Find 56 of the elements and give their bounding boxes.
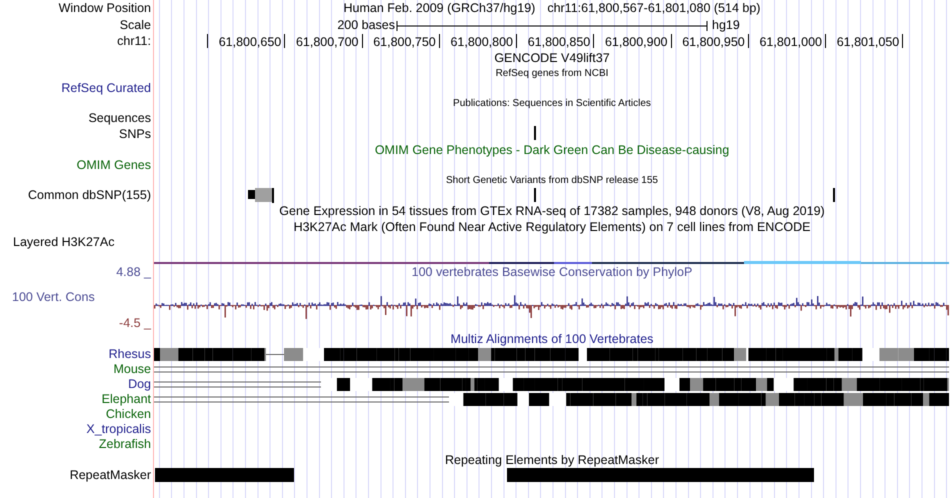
snp-mark — [534, 188, 536, 202]
track-title: Multiz Alignments of 100 Vertebrates — [450, 332, 654, 346]
ruler-label: 61,800,750 — [373, 36, 436, 49]
track-label[interactable]: Layered H3K27Ac — [13, 236, 114, 249]
ruler-label: 61,801,000 — [759, 36, 822, 49]
track-label[interactable]: Elephant — [102, 393, 151, 406]
track-label[interactable]: SNPs — [119, 128, 151, 140]
assembly-title: Human Feb. 2009 (GRCh37/hg19) — [344, 2, 536, 15]
track-label[interactable]: 100 Vert. Cons — [0, 291, 95, 304]
ruler-tick — [902, 34, 904, 48]
track-title: OMIM Gene Phenotypes - Dark Green Can Be Disease-causing — [374, 144, 730, 156]
track-title: Short Genetic Variants from dbSNP release 155 — [446, 176, 658, 186]
snp-mark — [534, 126, 536, 140]
track-label[interactable]: Zebrafish — [98, 438, 151, 451]
row-label: Scale — [120, 18, 151, 32]
track-label[interactable]: RepeatMasker — [70, 469, 151, 482]
ruler-label: 61,800,800 — [450, 36, 513, 49]
ruler-label: 61,800,900 — [604, 36, 668, 49]
ruler-tick — [593, 34, 594, 48]
position-text: chr11:61,800,567-61,801,080 (514 bp) — [547, 2, 760, 15]
ruler-tick — [516, 34, 517, 48]
row-label: chr11: — [117, 35, 151, 48]
track-label[interactable]: Common dbSNP(155) — [28, 189, 151, 202]
track-title: RefSeq genes from NCBI — [496, 68, 608, 79]
track-title: Gene Expression in 54 tissues from GTEx RNA-seq of 17382 samples, 948 donors (V8, Aug 2019) — [279, 204, 825, 218]
scale-text: 200 bases — [337, 18, 395, 32]
track-title: Publications: Sequences in Scientific Articles — [453, 98, 651, 109]
ruler-label: 61,800,700 — [296, 36, 358, 49]
snp-mark — [833, 188, 835, 202]
ruler-tick — [438, 34, 440, 48]
track-label[interactable]: Rhesus — [108, 348, 151, 361]
ruler-tick — [748, 34, 749, 48]
ruler-tick — [284, 34, 286, 48]
track-label[interactable]: X_tropicalis — [86, 423, 151, 436]
ruler-label: 61,800,850 — [528, 36, 590, 49]
track-label[interactable]: Mouse — [113, 363, 151, 376]
ruler-label: 61,801,050 — [836, 36, 900, 49]
ruler-tick — [825, 34, 826, 48]
assembly-text: hg19 — [712, 18, 740, 32]
row-label: Window Position — [58, 2, 151, 15]
axis-max: 4.88 _ — [116, 266, 151, 279]
ruler-tick — [207, 34, 208, 48]
track-label[interactable]: Dog — [128, 378, 151, 391]
track-title: GENCODE V49lift37 — [494, 52, 610, 64]
axis-min: -4.5 _ — [119, 316, 151, 330]
ruler-label: 61,800,650 — [218, 36, 282, 49]
track-title: Repeating Elements by RepeatMasker — [444, 454, 659, 466]
track-label[interactable]: OMIM Genes — [76, 159, 151, 172]
track-title: 100 vertebrates Basewise Conservation by PhyloP — [412, 266, 692, 279]
ruler-tick — [670, 34, 672, 48]
variant-drawing — [248, 188, 275, 204]
ruler-label: 61,800,950 — [682, 36, 745, 49]
track-label[interactable]: RefSeq Curated — [61, 82, 151, 95]
track-label[interactable]: Chicken — [106, 408, 151, 421]
track-title: H3K27Ac Mark (Often Found Near Active Regulatory Elements) on 7 cell lines from ENCODE — [294, 220, 810, 234]
track-label[interactable]: Sequences — [88, 112, 151, 125]
